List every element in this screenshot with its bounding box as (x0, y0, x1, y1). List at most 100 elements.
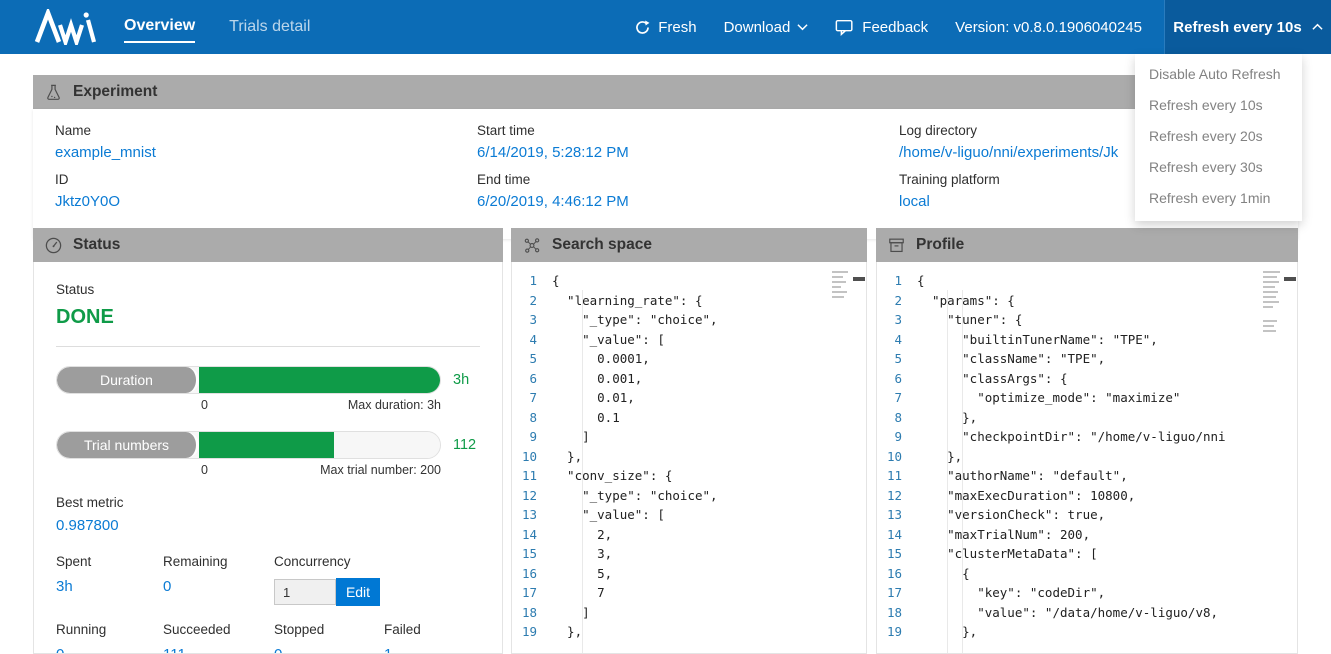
line-number: 2 (877, 291, 917, 311)
refresh-interval-button[interactable]: Refresh every 10s (1164, 0, 1331, 54)
status-panel: Status Status DONE Duration 3h 0 Max dur… (33, 228, 503, 654)
spent-value: 3h (56, 578, 163, 595)
duration-bar-track: Duration (56, 366, 441, 394)
experiment-field: ID Jktz0Y0O (55, 172, 477, 221)
line-number: 1 (512, 271, 552, 291)
duration-value: 3h (453, 372, 469, 388)
remaining-value: 0 (163, 578, 274, 595)
code-text: "authorName": "default", (917, 466, 1128, 486)
trial-count-label: Stopped (274, 622, 384, 637)
code-line: 14 "maxTrialNum": 200, (877, 525, 1297, 545)
search-space-editor[interactable]: 1 { 2 "learning_rate": { 3 "_type": "cho… (511, 262, 867, 654)
trial-count-row: Running 0 Succeeded 111 Stopped 0 F (56, 622, 480, 654)
code-text: { (552, 271, 560, 291)
line-number: 7 (877, 388, 917, 408)
line-number: 17 (512, 583, 552, 603)
line-number: 7 (512, 388, 552, 408)
feedback-button[interactable]: Feedback (835, 19, 928, 36)
minimap[interactable] (1263, 271, 1283, 332)
line-number: 8 (512, 408, 552, 428)
code-line: 17 "key": "codeDir", (877, 583, 1297, 603)
refresh-menu-item[interactable]: Refresh every 1min (1135, 183, 1302, 214)
code-text: "clusterMetaData": [ (917, 544, 1098, 564)
status-body: Status DONE Duration 3h 0 Max duration: … (33, 262, 503, 654)
trial-count: Stopped 0 (274, 622, 384, 654)
code-line: 15 3, (512, 544, 866, 564)
line-number: 2 (512, 291, 552, 311)
line-number: 8 (877, 408, 917, 428)
code-line: 11 "authorName": "default", (877, 466, 1297, 486)
trial-numbers-bar-track: Trial numbers (56, 431, 441, 459)
experiment-card: Experiment Name example_mnist ID Jktz0Y0… (33, 75, 1298, 239)
max-trial-label: Max trial number: 200 (320, 463, 441, 477)
tab-trials-detail[interactable]: Trials detail (229, 12, 310, 42)
code-text: "optimize_mode": "maximize" (917, 388, 1180, 408)
chevron-up-icon (1312, 23, 1323, 31)
search-space-header: Search space (511, 228, 867, 262)
trial-numbers-bar-fill (199, 432, 334, 458)
code-text: "versionCheck": true, (917, 505, 1105, 525)
refresh-interval-label: Refresh every 10s (1173, 19, 1301, 36)
code-line: 18 ] (512, 603, 866, 623)
code-text: "_value": [ (552, 505, 665, 525)
code-text: 0.1 (552, 408, 620, 428)
line-number: 3 (512, 310, 552, 330)
editor-scrollbar[interactable] (853, 277, 865, 281)
concurrency-label: Concurrency (274, 554, 480, 569)
field-value: Jktz0Y0O (55, 193, 477, 210)
editor-scrollbar[interactable] (1284, 277, 1296, 281)
navbar-actions: Fresh Download Feedback (634, 0, 1142, 54)
fresh-button[interactable]: Fresh (634, 19, 696, 36)
code-text: "checkpointDir": "/home/v-liguo/nni (917, 427, 1226, 447)
trial-numbers-bar: Trial numbers 112 (56, 431, 480, 459)
field-label: Name (55, 123, 477, 138)
experiment-title: Experiment (73, 83, 157, 101)
concurrency-block: Concurrency Edit (274, 554, 480, 606)
trial-numbers-value: 112 (453, 437, 476, 453)
line-number: 11 (877, 466, 917, 486)
code-text: "builtinTunerName": "TPE", (917, 330, 1158, 350)
experiment-header: Experiment (33, 75, 1298, 109)
experiment-field: Name example_mnist (55, 123, 477, 172)
search-space-title: Search space (552, 236, 652, 254)
code-line: 4 "_value": [ (512, 330, 866, 350)
download-menu-button[interactable]: Download (724, 19, 809, 36)
edit-concurrency-button[interactable]: Edit (336, 578, 380, 606)
fresh-label: Fresh (658, 19, 696, 36)
code-line: 9 "checkpointDir": "/home/v-liguo/nni (877, 427, 1297, 447)
trial-count-label: Running (56, 622, 163, 637)
duration-bar-fill (199, 367, 440, 393)
trial-count: Succeeded 111 (163, 622, 274, 654)
line-number: 16 (877, 564, 917, 584)
refresh-menu-item[interactable]: Disable Auto Refresh (1135, 59, 1302, 90)
code-text: "key": "codeDir", (917, 583, 1105, 603)
line-number: 3 (877, 310, 917, 330)
refresh-menu-item[interactable]: Refresh every 30s (1135, 152, 1302, 183)
trial-count-value: 0 (274, 646, 384, 654)
line-number: 11 (512, 466, 552, 486)
concurrency-input[interactable] (274, 579, 336, 605)
field-label: End time (477, 172, 899, 187)
code-text: "_value": [ (552, 330, 665, 350)
field-label: Start time (477, 123, 899, 138)
profile-editor[interactable]: 1 { 2 "params": { 3 "tuner": { (876, 262, 1298, 654)
line-number: 10 (877, 447, 917, 467)
line-number: 4 (877, 330, 917, 350)
line-number: 4 (512, 330, 552, 350)
feedback-label: Feedback (862, 19, 928, 36)
refresh-menu-item[interactable]: Refresh every 20s (1135, 121, 1302, 152)
trial-count-label: Failed (384, 622, 480, 637)
code-line: 1 { (512, 271, 866, 291)
code-line: 7 "optimize_mode": "maximize" (877, 388, 1297, 408)
refresh-menu-item[interactable]: Refresh every 10s (1135, 90, 1302, 121)
code-line: 10 }, (877, 447, 1297, 467)
tab-overview[interactable]: Overview (124, 11, 195, 43)
code-line: 8 0.1 (512, 408, 866, 428)
line-number: 5 (512, 349, 552, 369)
code-line: 19 }, (877, 622, 1297, 642)
line-number: 12 (877, 486, 917, 506)
minimap[interactable] (832, 271, 852, 298)
code-text: 0.0001, (552, 349, 650, 369)
line-number: 13 (512, 505, 552, 525)
code-text: ] (552, 427, 590, 447)
